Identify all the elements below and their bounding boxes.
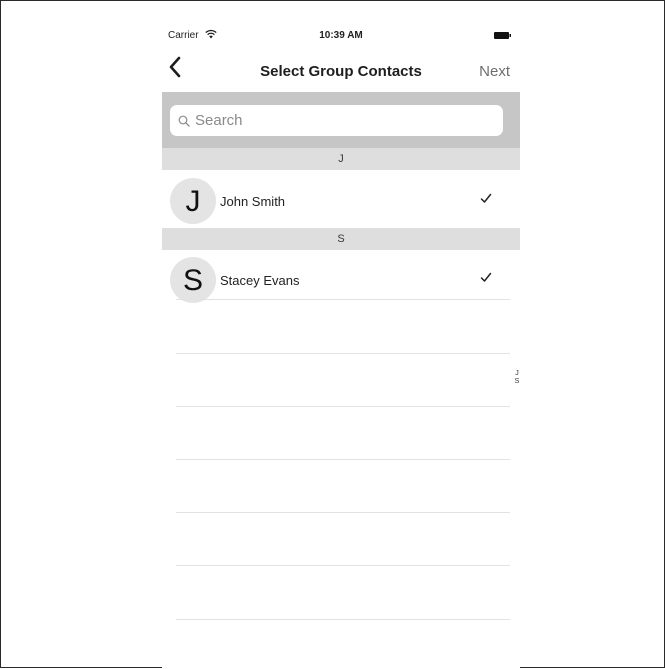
row-separator — [176, 406, 510, 407]
contact-row-john-smith[interactable]: J John Smith — [162, 170, 520, 228]
row-separator — [176, 619, 510, 620]
section-header-s: S — [162, 228, 520, 250]
section-index[interactable]: J S — [512, 370, 520, 386]
battery-icon — [494, 32, 511, 39]
status-bar: Carrier 10:39 AM — [162, 23, 520, 45]
navigation-bar: Select Group Contacts Next — [162, 49, 520, 89]
status-time: 10:39 AM — [319, 30, 363, 41]
screenshot-frame: Carrier 10:39 AM Select Group Contacts N… — [0, 0, 665, 669]
search-bar — [162, 92, 520, 148]
phone-screen: Carrier 10:39 AM Select Group Contacts N… — [162, 23, 520, 669]
next-button[interactable]: Next — [479, 63, 510, 80]
row-separator — [176, 459, 510, 460]
contact-name: Stacey Evans — [220, 273, 300, 288]
search-input[interactable] — [195, 112, 503, 129]
row-separator — [176, 353, 510, 354]
checkmark-icon — [480, 193, 492, 203]
search-field[interactable] — [170, 105, 503, 136]
section-index-s[interactable]: S — [512, 378, 520, 386]
contact-name: John Smith — [220, 194, 286, 209]
search-icon — [178, 115, 190, 127]
avatar: J — [170, 178, 216, 224]
row-separator — [176, 512, 510, 513]
page-title: Select Group Contacts — [260, 63, 422, 80]
checkmark-icon — [480, 272, 492, 282]
avatar: S — [170, 257, 216, 303]
section-header-j: J — [162, 148, 520, 170]
row-separator — [176, 565, 510, 566]
section-index-j[interactable]: J — [512, 370, 520, 378]
row-separator — [176, 299, 510, 300]
